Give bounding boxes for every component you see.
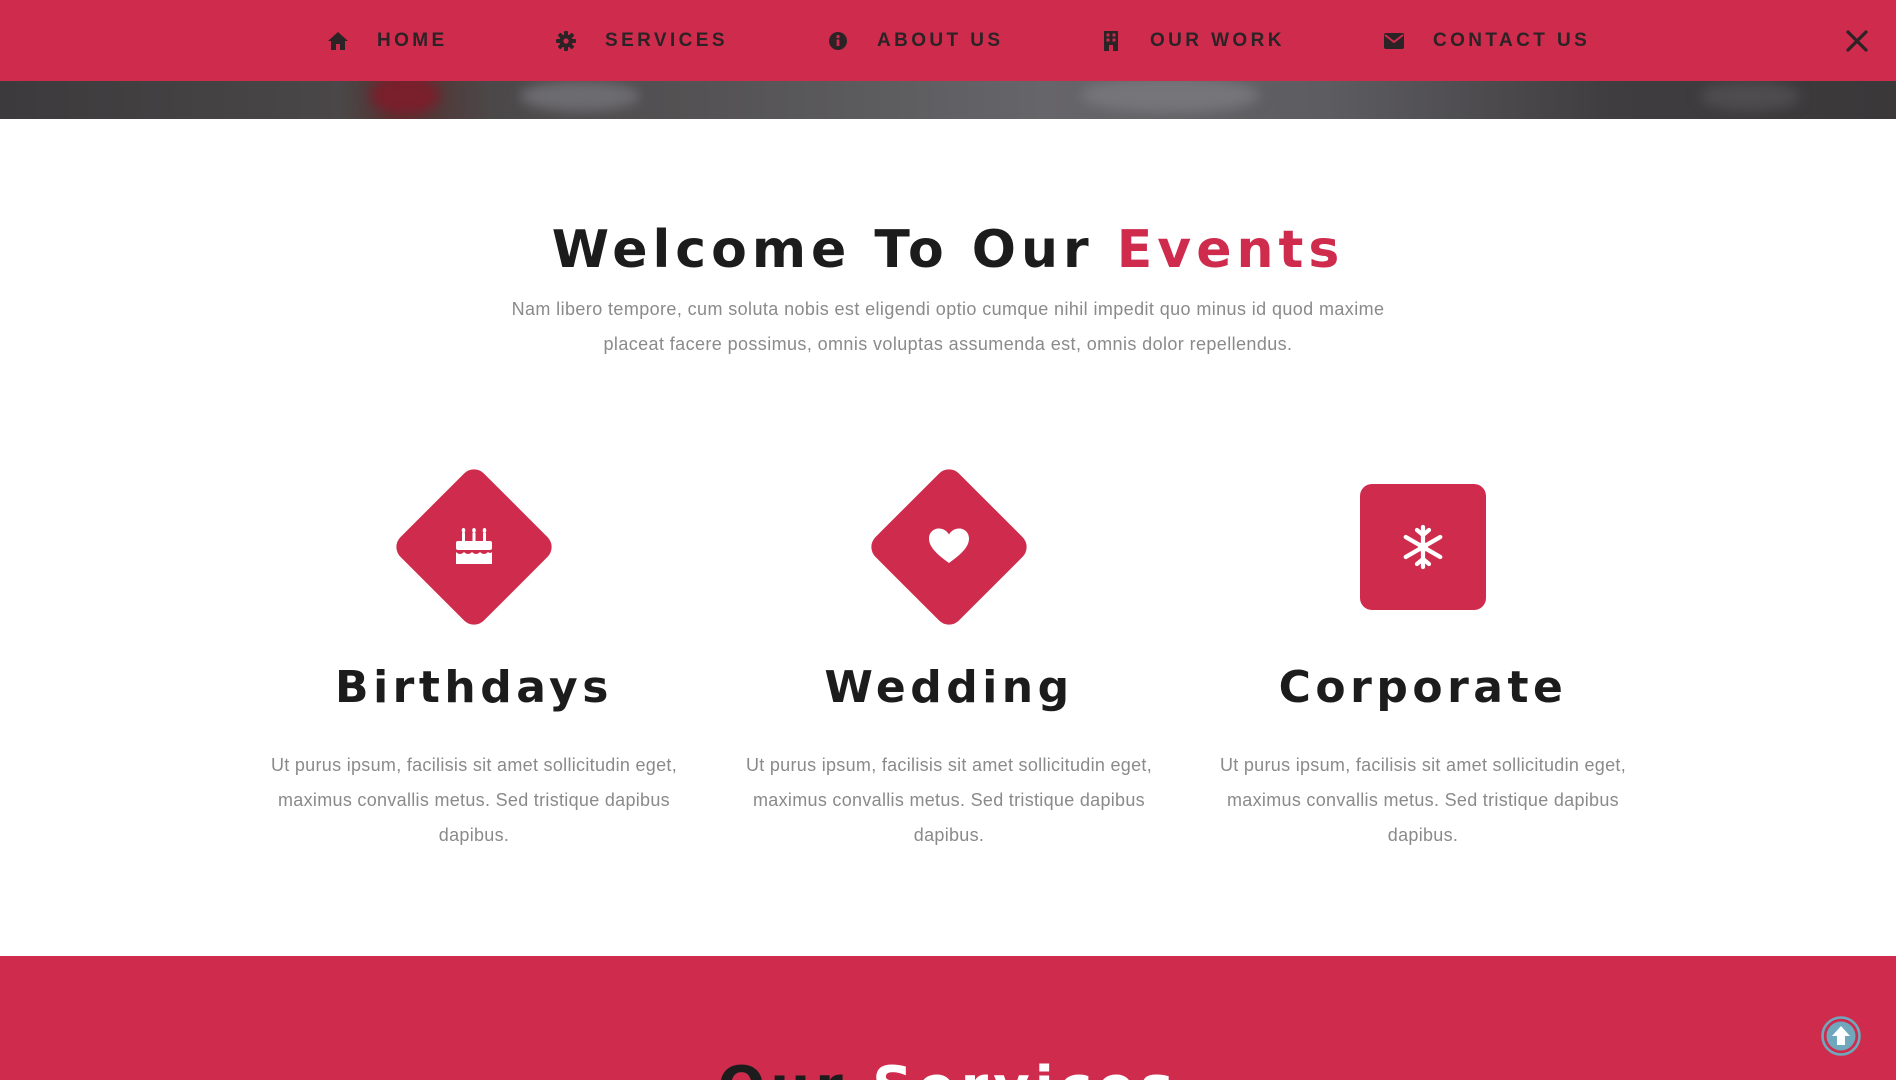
event-title-birthdays: Birthdays [335, 662, 613, 713]
home-icon [327, 30, 349, 52]
event-icon-badge [254, 442, 694, 652]
nav-about-link[interactable]: ABOUT US [827, 0, 1003, 81]
welcome-intro-text: Nam libero tempore, cum soluta nobis est… [511, 299, 1385, 354]
close-icon [1846, 30, 1868, 52]
hero-image-detail [370, 81, 440, 115]
hero-image-detail [1080, 81, 1260, 113]
nav-home-link[interactable]: HOME [327, 0, 448, 81]
building-icon [1100, 30, 1122, 52]
welcome-heading-accent: Events [1116, 220, 1345, 280]
services-heading: Our Services [0, 1054, 1896, 1080]
nav-services-link[interactable]: SERVICES [555, 0, 728, 81]
services-heading-main: Our [718, 1055, 848, 1080]
heart-icon [929, 528, 969, 563]
nav-our-work-link[interactable]: OUR WORK [1100, 0, 1285, 81]
event-title-corporate: Corporate [1278, 662, 1568, 713]
info-icon [827, 30, 849, 52]
welcome-heading-main: Welcome To Our [551, 220, 1094, 280]
nav-home-label: HOME [377, 29, 448, 51]
close-menu-button[interactable] [1842, 26, 1872, 56]
nav-contact-link[interactable]: CONTACT US [1383, 0, 1590, 81]
hero-banner-image [0, 81, 1896, 119]
event-description-wedding: Ut purus ipsum, facilisis sit amet solli… [745, 755, 1153, 845]
nav-our-work-label: OUR WORK [1150, 29, 1285, 51]
arrow-up-circle-icon [1821, 1016, 1861, 1056]
services-section: Our Services [0, 956, 1896, 1080]
birthday-cake-icon [456, 527, 492, 564]
event-card-corporate: Corporate Ut purus ipsum, facilisis sit … [1203, 442, 1643, 845]
event-card-birthdays: Birthdays Ut purus ipsum, facilisis sit … [254, 442, 694, 845]
event-card-wedding: Wedding Ut purus ipsum, facilisis sit am… [729, 442, 1169, 845]
event-description-birthdays: Ut purus ipsum, facilisis sit amet solli… [270, 755, 678, 845]
nav-about-label: ABOUT US [877, 29, 1004, 51]
welcome-heading: Welcome To Our Events [0, 219, 1896, 281]
scroll-to-top-button[interactable] [1820, 1015, 1862, 1057]
top-navigation: HOME SERVICES ABOUT US OUR WORK CONTACT … [0, 0, 1896, 81]
envelope-icon [1383, 30, 1405, 52]
hero-image-detail [1700, 81, 1800, 111]
snowflake-icon [1403, 524, 1443, 570]
hero-image-detail [520, 81, 640, 111]
event-title-wedding: Wedding [824, 662, 1074, 713]
event-description-corporate: Ut purus ipsum, facilisis sit amet solli… [1219, 755, 1627, 845]
gear-icon [555, 30, 577, 52]
nav-services-label: SERVICES [605, 29, 728, 51]
event-icon-badge [729, 442, 1169, 652]
services-heading-accent: Services [872, 1055, 1178, 1080]
nav-contact-label: CONTACT US [1433, 29, 1591, 51]
welcome-section: Welcome To Our Events Nam libero tempore… [0, 119, 1896, 956]
event-icon-badge [1203, 442, 1643, 652]
